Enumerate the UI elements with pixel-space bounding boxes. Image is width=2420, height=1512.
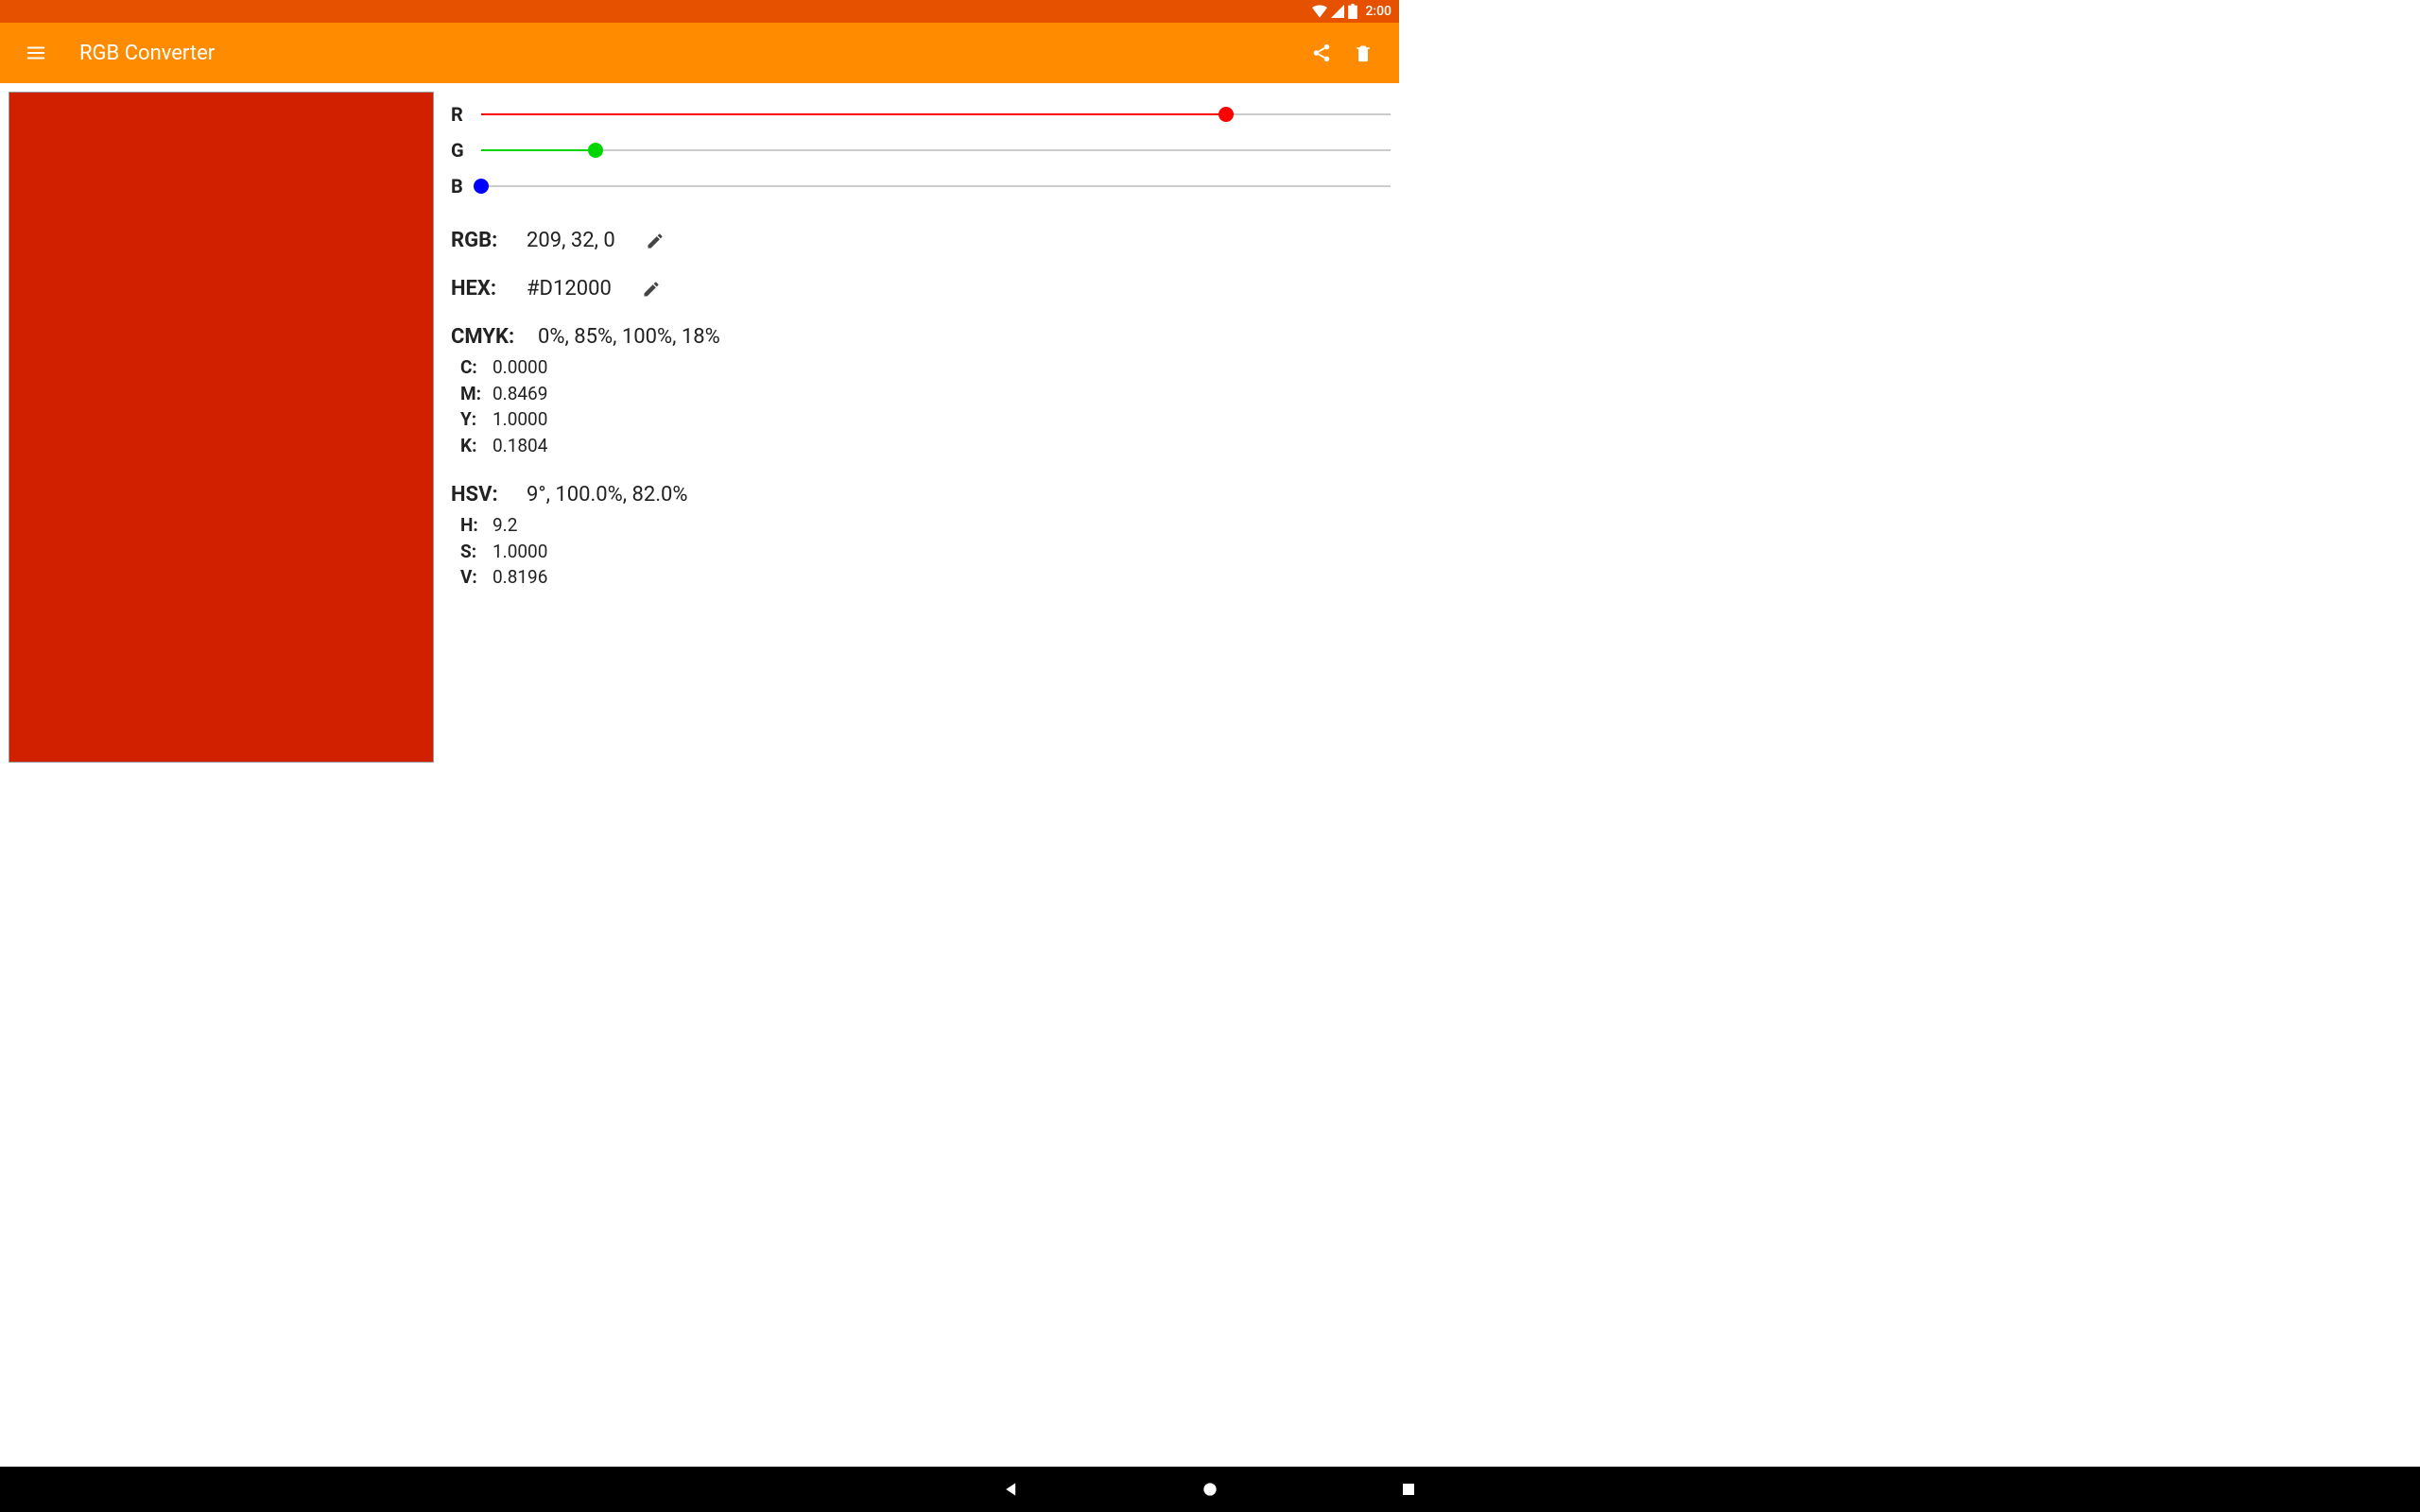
hsv-v-value: 0.8196	[493, 564, 547, 591]
recent-apps-button[interactable]	[1394, 1475, 1423, 1503]
app-bar: RGB Converter	[0, 23, 1399, 83]
cmyk-m-row: M:0.8469	[460, 381, 1391, 407]
slider-red-label: R	[451, 103, 466, 126]
slider-red: R	[451, 96, 1391, 132]
cmyk-y-value: 1.0000	[493, 406, 547, 433]
status-clock: 2:00	[1365, 4, 1392, 19]
home-button[interactable]	[1196, 1475, 1224, 1503]
content-area: R G B RGB:	[0, 83, 1399, 829]
hsv-label: HSV:	[451, 483, 508, 507]
controls-panel: R G B RGB:	[451, 92, 1391, 820]
back-button[interactable]	[997, 1475, 1026, 1503]
cmyk-y-row: Y:1.0000	[460, 406, 1391, 433]
slider-red-thumb[interactable]	[1219, 107, 1234, 122]
edit-hex-button[interactable]	[642, 280, 661, 299]
navigation-bar	[0, 1467, 2420, 1512]
hex-value: #D12000	[527, 277, 612, 301]
rgb-section: RGB: 209, 32, 0	[451, 229, 1391, 252]
slider-red-track[interactable]	[481, 105, 1391, 124]
hsv-h-value: 9.2	[493, 512, 517, 539]
rgb-label: RGB:	[451, 229, 508, 252]
hsv-h-row: H:9.2	[460, 512, 1391, 539]
slider-blue-track[interactable]	[481, 177, 1391, 196]
hsv-v-row: V:0.8196	[460, 564, 1391, 591]
edit-rgb-button[interactable]	[646, 232, 665, 250]
slider-blue: B	[451, 168, 1391, 204]
slider-green-label: G	[451, 139, 466, 162]
cmyk-value: 0%, 85%, 100%, 18%	[538, 325, 720, 349]
slider-blue-thumb[interactable]	[474, 179, 489, 194]
slider-green: G	[451, 132, 1391, 168]
hsv-s-value: 1.0000	[493, 539, 547, 565]
hex-label: HEX:	[451, 277, 508, 301]
app-title: RGB Converter	[79, 42, 215, 65]
hsv-s-row: S:1.0000	[460, 539, 1391, 565]
cmyk-k-value: 0.1804	[493, 433, 547, 459]
battery-icon	[1348, 4, 1357, 19]
cmyk-k-row: K:0.1804	[460, 433, 1391, 459]
slider-blue-label: B	[451, 175, 466, 198]
cmyk-label: CMYK:	[451, 325, 519, 349]
wifi-icon	[1312, 5, 1327, 18]
hex-section: HEX: #D12000	[451, 277, 1391, 301]
menu-button[interactable]	[15, 32, 57, 74]
share-button[interactable]	[1301, 32, 1342, 74]
cmyk-section: CMYK: 0%, 85%, 100%, 18% C:0.0000 M:0.84…	[451, 325, 1391, 458]
status-bar: 2:00	[0, 0, 1399, 23]
slider-green-thumb[interactable]	[588, 143, 603, 158]
cmyk-c-row: C:0.0000	[460, 354, 1391, 381]
hsv-value: 9°, 100.0%, 82.0%	[527, 483, 688, 507]
slider-green-track[interactable]	[481, 141, 1391, 160]
rgb-value: 209, 32, 0	[527, 229, 615, 252]
cmyk-m-value: 0.8469	[493, 381, 547, 407]
cmyk-c-value: 0.0000	[493, 354, 547, 381]
color-swatch	[9, 92, 434, 763]
signal-icon	[1331, 5, 1344, 18]
delete-button[interactable]	[1342, 32, 1384, 74]
hsv-section: HSV: 9°, 100.0%, 82.0% H:9.2 S:1.0000 V:…	[451, 483, 1391, 591]
